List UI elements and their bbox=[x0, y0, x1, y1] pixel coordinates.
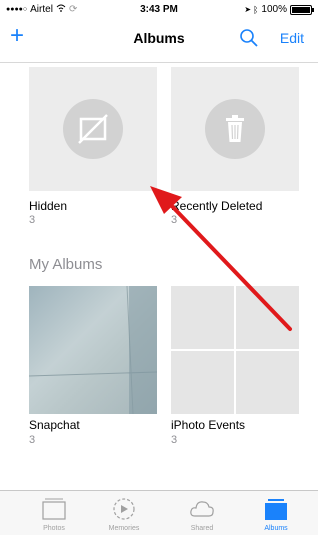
tab-memories[interactable]: Memories bbox=[92, 491, 156, 535]
album-name: Hidden bbox=[29, 199, 68, 213]
album-count: 3 bbox=[171, 434, 178, 446]
hidden-eye-slash-icon bbox=[63, 99, 123, 159]
photos-albums-screen: ●●●●○ Airtel ⟳ 3:43 PM ➤ ᛒ 100% + Albums… bbox=[0, 0, 318, 535]
album-name: iPhoto Events bbox=[171, 418, 246, 432]
album-thumbnail bbox=[171, 67, 299, 191]
thumbnail-cell bbox=[171, 351, 234, 414]
search-icon bbox=[240, 29, 258, 47]
tab-label: Shared bbox=[190, 525, 214, 532]
album-thumbnail bbox=[171, 286, 299, 414]
trash-icon bbox=[205, 99, 265, 159]
album-iphoto-events[interactable]: iPhoto Events 3 bbox=[171, 286, 299, 450]
album-count: 3 bbox=[29, 214, 36, 226]
album-recently-deleted[interactable]: Recently Deleted 3 bbox=[171, 67, 299, 227]
album-count: 3 bbox=[171, 214, 178, 226]
tab-bar: Photos Memories Shared Albums bbox=[0, 490, 318, 535]
thumbnail-cell bbox=[236, 351, 299, 414]
tab-label: Albums bbox=[264, 525, 288, 532]
location-arrow-icon: ➤ bbox=[244, 5, 252, 14]
albums-tab-icon bbox=[265, 499, 287, 520]
thumbnail-cell bbox=[236, 286, 299, 349]
page-title: Albums bbox=[133, 30, 185, 46]
status-right: ➤ ᛒ 100% bbox=[244, 4, 314, 15]
thumbnail-cell bbox=[171, 286, 234, 349]
photos-tab-icon bbox=[42, 498, 66, 520]
navigation-bar: + Albums Edit bbox=[0, 18, 318, 63]
album-count: 3 bbox=[29, 434, 36, 446]
battery-percent: 100% bbox=[261, 4, 287, 15]
tab-albums[interactable]: Albums bbox=[244, 491, 308, 535]
search-button[interactable] bbox=[238, 27, 260, 49]
edit-button[interactable]: Edit bbox=[280, 30, 304, 46]
bluetooth-icon: ᛒ bbox=[253, 4, 259, 15]
section-title-my-albums: My Albums bbox=[29, 256, 103, 273]
album-name: Snapchat bbox=[29, 418, 80, 432]
album-thumbnail bbox=[29, 67, 157, 191]
battery-icon bbox=[290, 4, 314, 15]
tab-label: Photos bbox=[43, 525, 65, 532]
album-snapchat[interactable]: Snapchat 3 bbox=[29, 286, 157, 450]
tab-shared[interactable]: Shared bbox=[170, 491, 234, 535]
album-hidden[interactable]: Hidden 3 bbox=[29, 67, 157, 227]
album-name: Recently Deleted bbox=[171, 199, 263, 213]
tab-label: Memories bbox=[108, 525, 140, 532]
shared-cloud-icon bbox=[190, 501, 214, 517]
status-bar: ●●●●○ Airtel ⟳ 3:43 PM ➤ ᛒ 100% bbox=[0, 0, 318, 18]
memories-tab-icon bbox=[113, 498, 135, 520]
album-thumbnail bbox=[29, 286, 157, 414]
tab-photos[interactable]: Photos bbox=[22, 491, 86, 535]
